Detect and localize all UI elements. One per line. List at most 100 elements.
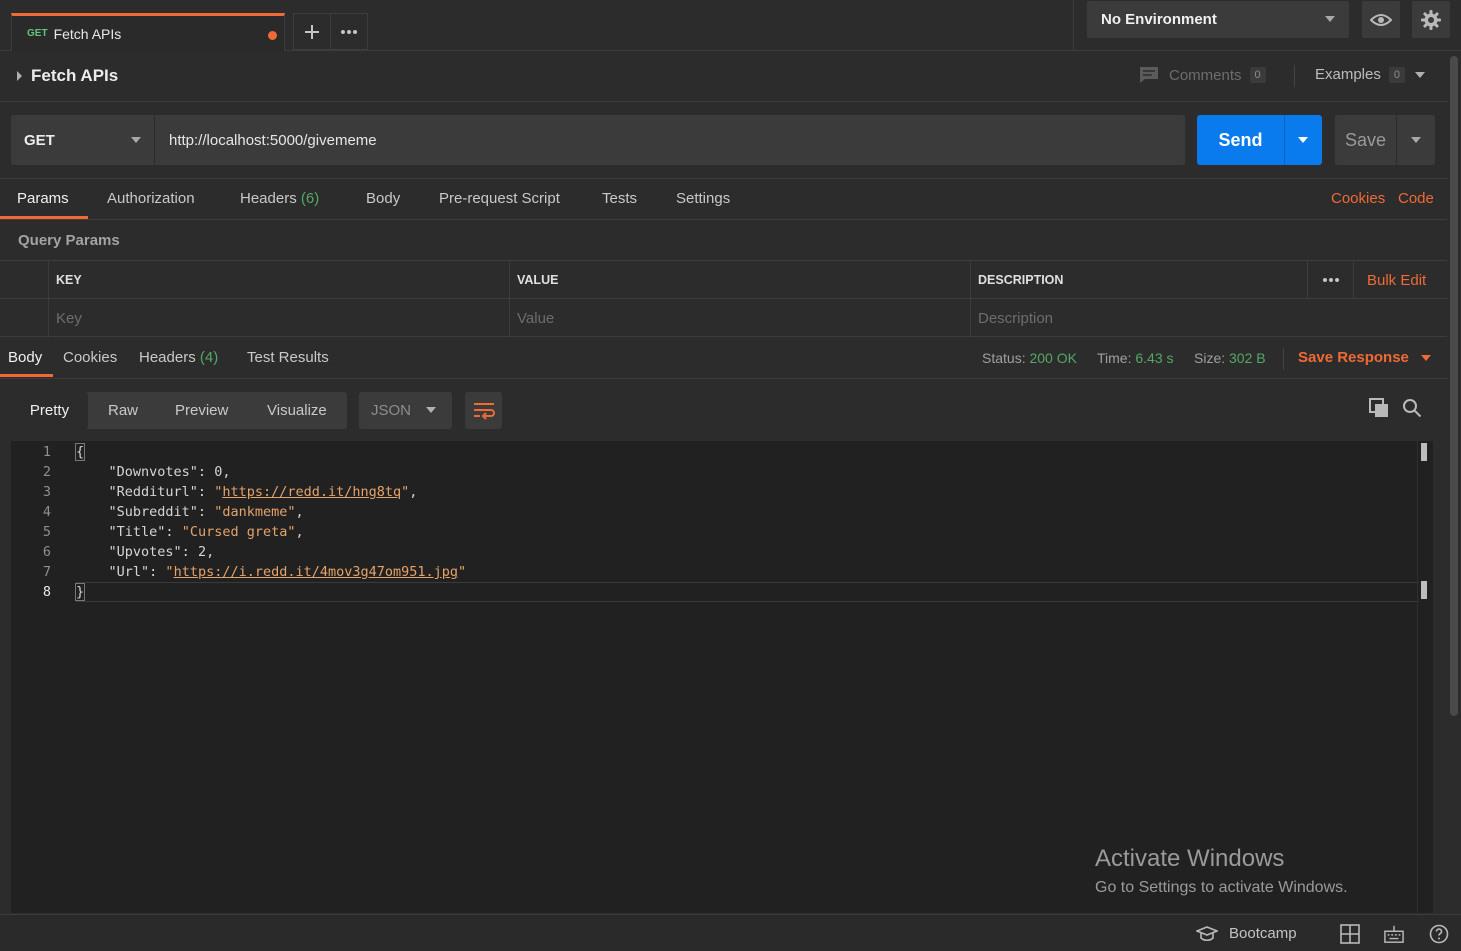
code-line: "Subreddit": "dankmeme", — [108, 504, 304, 520]
help-button[interactable] — [1429, 924, 1449, 944]
examples-button[interactable]: Examples 0 — [1315, 66, 1425, 83]
line-number: 1 — [42, 444, 51, 460]
close-brace: } — [74, 583, 86, 601]
url-input[interactable]: http://localhost:5000/givememe — [154, 115, 1185, 165]
code-link[interactable]: Code — [1398, 190, 1434, 207]
code-line: "Url": "https://i.redd.it/4mov3g47om951.… — [108, 564, 467, 580]
editor-scroll-marker — [1421, 443, 1427, 461]
tab-headers-label: Headers — [240, 190, 297, 207]
view-visualize[interactable]: Visualize — [267, 392, 327, 429]
tab-headers[interactable]: Headers (6) — [240, 190, 319, 207]
view-preview[interactable]: Preview — [175, 392, 228, 429]
bulk-edit-link[interactable]: Bulk Edit — [1353, 261, 1426, 299]
search-response-button[interactable] — [1402, 398, 1422, 418]
wrap-icon — [473, 402, 495, 420]
save-button[interactable]: Save — [1335, 115, 1396, 165]
method-select-value: GET — [24, 131, 55, 149]
line-number: 3 — [42, 484, 51, 500]
main-scrollbar[interactable] — [1450, 56, 1458, 716]
tab-tests[interactable]: Tests — [602, 190, 637, 207]
tab-prerequest-script[interactable]: Pre-request Script — [439, 190, 560, 207]
response-tab-cookies[interactable]: Cookies — [63, 349, 117, 366]
description-column-header: DESCRIPTION — [978, 273, 1064, 287]
response-view-selector: Pretty Raw Preview Visualize — [11, 392, 347, 429]
view-raw[interactable]: Raw — [108, 392, 138, 429]
more-icon — [1323, 278, 1339, 282]
keyboard-shortcuts-button[interactable] — [1384, 924, 1404, 944]
active-tab-indicator — [0, 374, 53, 377]
layout-icon — [1340, 924, 1360, 944]
line-number: 5 — [42, 524, 51, 540]
save-options-button[interactable] — [1396, 115, 1435, 165]
response-status[interactable]: Status: 200 OK — [982, 350, 1077, 366]
response-size[interactable]: Size: 302 B — [1194, 350, 1266, 366]
line-number: 7 — [42, 564, 51, 580]
view-pretty[interactable]: Pretty — [11, 392, 88, 429]
send-button[interactable]: Send — [1197, 115, 1284, 165]
comments-label: Comments — [1169, 66, 1242, 84]
query-params-table: KEY VALUE DESCRIPTION Bulk Edit Key Valu… — [0, 260, 1447, 338]
tab-options-button[interactable] — [330, 13, 368, 50]
table-row: Key Value Description — [0, 299, 1447, 337]
json-link-value[interactable]: https://redd.it/hng8tq — [222, 484, 401, 500]
table-options-button[interactable] — [1307, 261, 1340, 299]
two-pane-view-button[interactable] — [1340, 924, 1360, 944]
environment-settings-button[interactable] — [1412, 1, 1450, 38]
save-response-label: Save Response — [1298, 349, 1409, 366]
description-input[interactable]: Description — [970, 299, 1440, 337]
response-tab-test-results[interactable]: Test Results — [247, 349, 329, 366]
status-value: 200 OK — [1029, 350, 1077, 366]
url-input-value: http://localhost:5000/givememe — [169, 131, 377, 149]
tab-bar: GET Fetch APIs No Environment — [0, 0, 1461, 51]
value-input[interactable]: Value — [509, 299, 970, 337]
json-value: "Cursed greta" — [181, 524, 296, 540]
response-tabs: Body Cookies Headers (4) Test Results St… — [0, 338, 1447, 379]
code-line: "Downvotes": 0, — [108, 464, 231, 480]
code-line: "Upvotes": 2, — [108, 544, 215, 560]
expand-arrow-icon[interactable] — [17, 71, 22, 81]
json-link-value[interactable]: https://i.redd.it/4mov3g47om951.jpg — [174, 564, 458, 580]
request-tab-title: Fetch APIs — [53, 25, 122, 42]
tab-params[interactable]: Params — [17, 190, 69, 207]
language-select[interactable]: JSON — [359, 392, 452, 429]
response-body-editor[interactable]: 1 2 3 4 5 6 7 8 { "Downvotes": 0, "Reddi… — [11, 441, 1433, 913]
active-tab-indicator — [0, 216, 88, 219]
wrap-lines-button[interactable] — [465, 392, 502, 429]
tab-body[interactable]: Body — [366, 190, 400, 207]
save-response-button[interactable]: Save Response — [1298, 349, 1431, 366]
response-tab-headers[interactable]: Headers (4) — [139, 349, 218, 366]
environment-quick-look-button[interactable] — [1362, 1, 1400, 38]
size-value: 302 B — [1229, 350, 1266, 366]
key-input[interactable]: Key — [48, 299, 509, 337]
response-time[interactable]: Time: 6.43 s — [1097, 350, 1174, 366]
new-tab-button[interactable] — [293, 13, 331, 50]
request-tabs: Params Authorization Headers (6) Body Pr… — [0, 178, 1447, 220]
request-tab[interactable]: GET Fetch APIs — [11, 13, 285, 51]
tab-authorization[interactable]: Authorization — [107, 190, 195, 207]
current-line-highlight — [76, 582, 1419, 602]
cookies-link[interactable]: Cookies — [1331, 190, 1385, 207]
environment-select[interactable]: No Environment — [1087, 1, 1349, 38]
search-icon — [1403, 399, 1422, 418]
examples-label: Examples — [1315, 66, 1381, 83]
bootcamp-button[interactable]: Bootcamp — [1196, 925, 1297, 942]
watermark-subtitle: Go to Settings to activate Windows. — [1095, 879, 1348, 896]
plus-icon — [305, 24, 319, 39]
environment-select-value: No Environment — [1101, 11, 1217, 28]
open-brace: { — [74, 443, 86, 461]
request-name[interactable]: Fetch APIs — [31, 66, 118, 86]
response-tab-body[interactable]: Body — [8, 349, 42, 366]
language-select-value: JSON — [371, 402, 412, 419]
copy-icon — [1369, 398, 1388, 417]
line-number: 8 — [42, 584, 51, 600]
method-select[interactable]: GET — [11, 115, 154, 165]
send-options-button[interactable] — [1284, 115, 1322, 165]
help-icon — [1429, 924, 1449, 944]
time-value: 6.43 s — [1135, 350, 1174, 366]
query-params-label: Query Params — [18, 232, 120, 249]
key-column-header: KEY — [56, 273, 82, 287]
watermark-title: Activate Windows — [1095, 845, 1285, 872]
tab-settings[interactable]: Settings — [676, 190, 730, 207]
copy-response-button[interactable] — [1369, 398, 1389, 418]
comments-button[interactable]: Comments 0 — [1139, 66, 1266, 84]
